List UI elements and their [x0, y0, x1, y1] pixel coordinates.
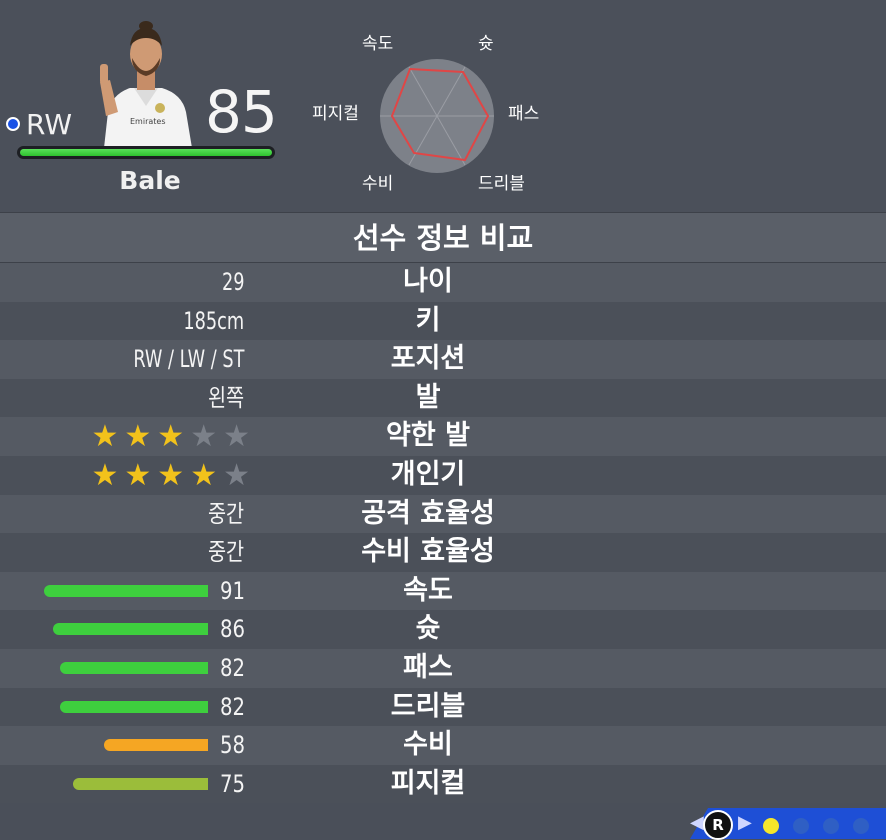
radar-label-physical: 피지컬: [312, 104, 359, 124]
info-row-height: 185cm 키: [0, 301, 886, 341]
attack-workrate-label: 공격 효율성: [361, 497, 495, 529]
positions-label: 포지션: [390, 343, 466, 375]
next-arrow-icon[interactable]: ▶: [738, 812, 752, 833]
age-label: 나이: [403, 266, 453, 297]
defending-bar: [104, 739, 208, 752]
star-empty-icon: ★: [223, 419, 250, 455]
passing-label: 패스: [403, 651, 453, 683]
dribbling-label: 드리블: [390, 690, 466, 722]
pace-bar: [44, 584, 208, 597]
age-value: 29: [221, 268, 244, 296]
shooting-value: 86: [220, 615, 246, 644]
defense-workrate-value: 중간: [207, 538, 244, 567]
defending-value: 58: [220, 731, 246, 760]
star-filled-icon: ★: [91, 419, 119, 455]
stat-row-defending: 58 수비: [0, 726, 886, 765]
info-row-foot: 왼쪽 발: [0, 378, 886, 418]
workrate-row-attack: 중간 공격 효율성: [0, 494, 886, 534]
stat-row-dribbling: 82 드리블: [0, 687, 886, 727]
page-dot[interactable]: [823, 818, 839, 834]
player-condition-bar: [17, 146, 275, 159]
stat-row-physical: 75 피지컬: [0, 764, 886, 804]
radar-label-pace: 속도: [362, 34, 394, 54]
comparison-table: 29 나이 185cm 키 RW / LW / ST 포지션 왼쪽 발 ★ ★ ★ ★…: [0, 263, 886, 804]
workrate-row-defense: 중간 수비 효율성: [0, 533, 886, 572]
physical-bar: [73, 777, 208, 790]
star-filled-icon: ★: [124, 419, 152, 455]
skill-moves-stars: ★ ★ ★ ★ ★: [91, 457, 250, 493]
foot-label: 발: [415, 381, 441, 413]
physical-label: 피지컬: [390, 767, 466, 799]
weak-foot-stars: ★ ★ ★ ★ ★: [91, 422, 250, 452]
positions-value: RW / LW / ST: [132, 345, 244, 374]
star-empty-icon: ★: [223, 457, 250, 493]
skill-moves-label: 개인기: [390, 458, 466, 490]
radar-label-passing: 패스: [508, 104, 540, 124]
star-row-skill-moves: ★ ★ ★ ★ ★ 개인기: [0, 455, 886, 495]
star-filled-icon: ★: [124, 457, 152, 493]
defense-workrate-label: 수비 효율성: [361, 536, 495, 568]
defending-label: 수비: [403, 729, 453, 761]
height-value: 185cm: [183, 306, 244, 335]
prev-arrow-icon[interactable]: ◀: [690, 812, 704, 833]
svg-text:Emirates: Emirates: [130, 117, 166, 126]
info-row-positions: RW / LW / ST 포지션: [0, 340, 886, 379]
r-button-icon[interactable]: R: [703, 810, 733, 840]
attack-workrate-value: 중간: [207, 499, 244, 528]
passing-bar: [60, 661, 208, 674]
physical-value: 75: [220, 769, 246, 798]
passing-value: 82: [220, 653, 246, 682]
page-dot[interactable]: [763, 818, 779, 834]
page-dot[interactable]: [793, 818, 809, 834]
shooting-bar: [53, 623, 208, 636]
star-filled-icon: ★: [91, 457, 119, 493]
dribbling-bar: [60, 700, 208, 713]
section-title: 선수 정보 비교: [0, 212, 886, 263]
star-empty-icon: ★: [190, 419, 218, 455]
stat-row-passing: 82 패스: [0, 648, 886, 688]
height-label: 키: [415, 304, 441, 336]
star-filled-icon: ★: [157, 457, 185, 493]
weak-foot-label: 약한 발: [386, 420, 470, 452]
attribute-radar-chart: [380, 59, 494, 173]
stat-row-pace: 91 속도: [0, 571, 886, 611]
pace-label: 속도: [403, 574, 453, 606]
player-name: Bale: [119, 166, 181, 195]
star-filled-icon: ★: [157, 419, 185, 455]
player-condition-fill: [20, 149, 272, 156]
player-portrait: Emirates: [100, 21, 192, 148]
info-row-age: 29 나이: [0, 263, 886, 302]
foot-value: 왼쪽: [207, 383, 244, 412]
dribbling-value: 82: [220, 692, 246, 721]
radar-label-shooting: 슛: [478, 34, 494, 54]
star-filled-icon: ★: [190, 457, 218, 493]
stat-row-shooting: 86 슛: [0, 610, 886, 649]
pace-value: 91: [220, 576, 246, 605]
overall-rating: 85: [205, 78, 278, 146]
star-row-weak-foot: ★ ★ ★ ★ ★ 약한 발: [0, 417, 886, 456]
page-dot[interactable]: [853, 818, 869, 834]
position-indicator-dot: [6, 117, 20, 131]
player-position: RW: [26, 108, 73, 141]
shooting-label: 슛: [415, 613, 441, 645]
